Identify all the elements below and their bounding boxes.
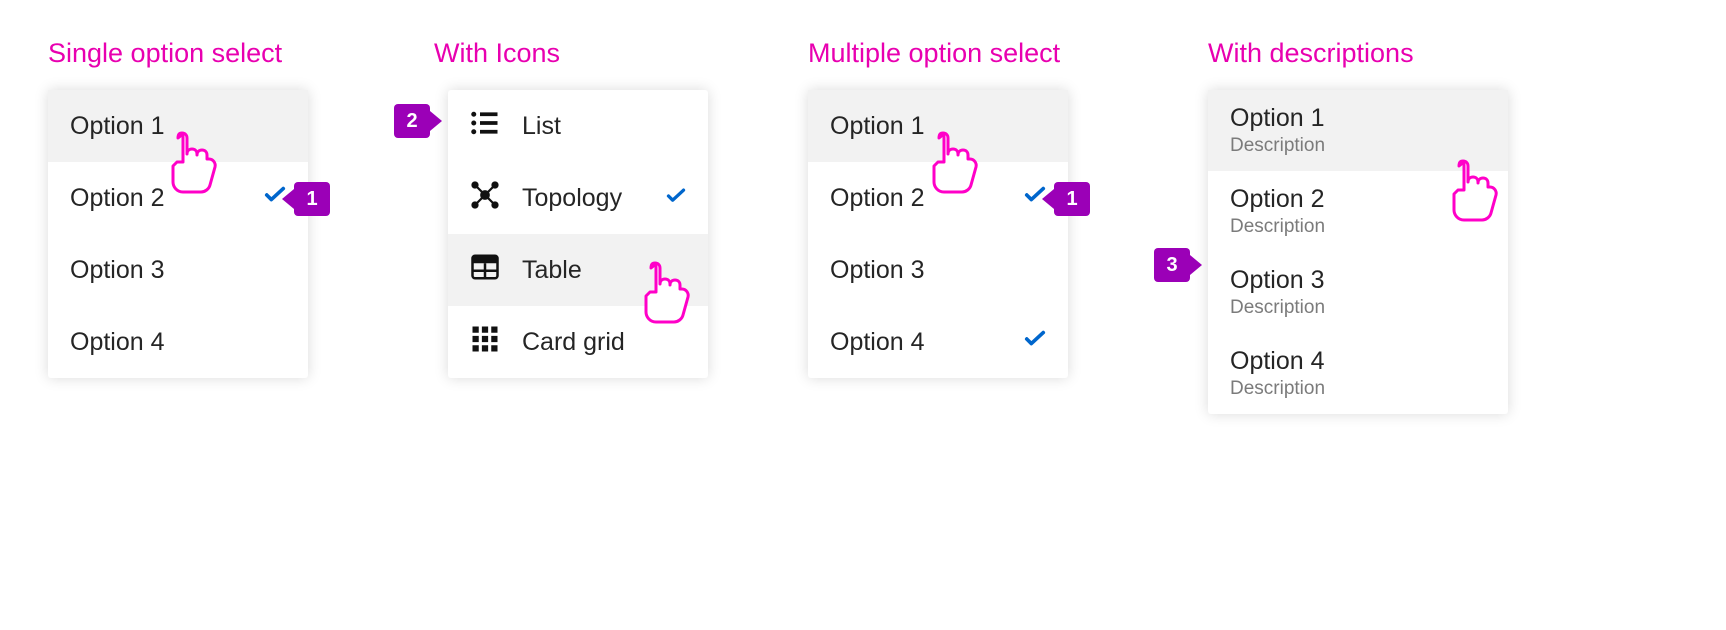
panel1-item-4[interactable]: Option 4 [48, 306, 308, 378]
panel1-item-3[interactable]: Option 3 [48, 234, 308, 306]
checkmark-icon [1024, 328, 1046, 357]
annotation-badge-2: 2 [394, 104, 430, 138]
panel3-item-2[interactable]: Option 2 [808, 162, 1068, 234]
panel2-item-cardgrid[interactable]: Card grid [448, 306, 708, 378]
panel2-item-table[interactable]: Table [448, 234, 708, 306]
option-description: Description [1230, 216, 1486, 238]
panel1-title: Single option select [48, 38, 282, 69]
option-label: Option 4 [1230, 347, 1486, 376]
panel3-item-3[interactable]: Option 3 [808, 234, 1068, 306]
option-label: Option 4 [70, 328, 246, 357]
panel1-item-2[interactable]: Option 2 [48, 162, 308, 234]
option-label: Option 4 [830, 328, 1006, 357]
annotation-badge-1b: 1 [1054, 182, 1090, 216]
option-label: Option 1 [70, 112, 246, 141]
list-icon [470, 108, 504, 145]
panel4-item-1[interactable]: Option 1 Description [1208, 90, 1508, 171]
checkmark-icon [1464, 185, 1486, 214]
panel3-menu: Option 1 Option 2 Option 3 Option 4 [808, 90, 1068, 378]
panel2-title: With Icons [434, 38, 560, 69]
option-label: Option 2 [830, 184, 1006, 213]
option-label: Table [522, 256, 686, 285]
annotation-badge-3: 3 [1154, 248, 1190, 282]
checkmark-icon [666, 184, 686, 213]
panel3-title: Multiple option select [808, 38, 1060, 69]
panel1-item-1[interactable]: Option 1 [48, 90, 308, 162]
panel4-item-2[interactable]: Option 2 Description [1208, 171, 1508, 252]
option-label: Option 3 [70, 256, 246, 285]
option-label: Option 1 [1230, 104, 1486, 133]
option-label: Option 2 [1230, 185, 1464, 214]
option-label: Card grid [522, 328, 686, 357]
panel4-item-4[interactable]: Option 4 Description [1208, 333, 1508, 414]
grid-icon [470, 324, 504, 361]
option-label: List [522, 112, 686, 141]
option-label: Topology [522, 184, 648, 213]
panel4-title: With descriptions [1208, 38, 1414, 69]
panel1-menu: Option 1 Option 2 Option 3 Option 4 [48, 90, 308, 378]
option-label: Option 2 [70, 184, 246, 213]
option-description: Description [1230, 135, 1486, 157]
table-icon [470, 252, 504, 289]
option-label: Option 3 [1230, 266, 1486, 295]
option-description: Description [1230, 378, 1486, 400]
annotation-badge-1a: 1 [294, 182, 330, 216]
option-description: Description [1230, 297, 1486, 319]
panel2-item-topology[interactable]: Topology [448, 162, 708, 234]
option-label: Option 3 [830, 256, 1006, 285]
panel4-item-3[interactable]: Option 3 Description [1208, 252, 1508, 333]
option-label: Option 1 [830, 112, 1006, 141]
panel3-item-1[interactable]: Option 1 [808, 90, 1068, 162]
panel3-item-4[interactable]: Option 4 [808, 306, 1068, 378]
panel2-menu: List Topology Table Card grid [448, 90, 708, 378]
topology-icon [470, 180, 504, 217]
panel4-menu: Option 1 Description Option 2 Descriptio… [1208, 90, 1508, 414]
panel2-item-list[interactable]: List [448, 90, 708, 162]
